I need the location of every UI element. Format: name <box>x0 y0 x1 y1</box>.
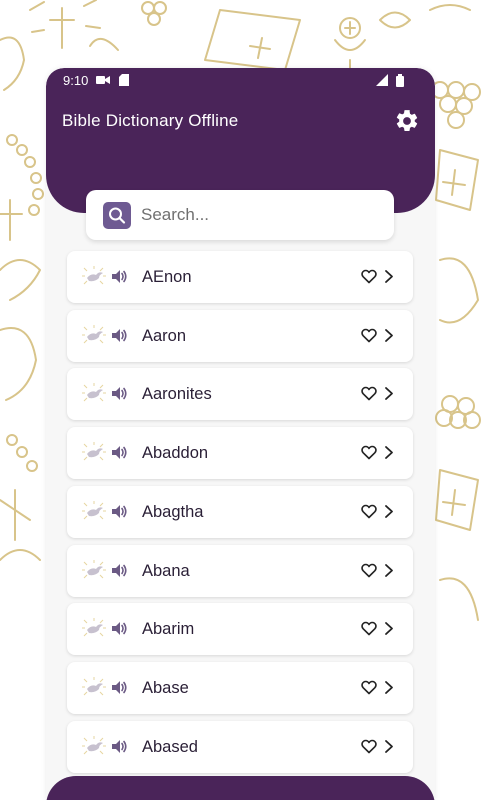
video-camera-icon <box>96 76 110 84</box>
search-button[interactable] <box>103 202 131 229</box>
heart-icon[interactable] <box>361 328 377 343</box>
dove-icon <box>82 500 106 520</box>
bottom-bar <box>46 776 435 800</box>
list-item[interactable]: Abarim <box>67 603 413 656</box>
list-item[interactable]: AEnon <box>67 251 413 303</box>
dove-icon <box>82 383 106 402</box>
heart-icon[interactable] <box>361 386 377 401</box>
dove-icon <box>82 735 106 754</box>
heart-icon[interactable] <box>361 445 377 460</box>
list-item-label: Abase <box>142 678 189 697</box>
list-item[interactable]: Abagtha <box>67 485 413 538</box>
signal-icon <box>376 74 388 86</box>
heart-icon[interactable] <box>361 621 377 636</box>
chevron-right-icon[interactable] <box>383 328 395 343</box>
dove-icon <box>82 324 106 344</box>
heart-icon[interactable] <box>361 680 377 695</box>
chevron-right-icon[interactable] <box>383 269 395 284</box>
dove-icon <box>82 676 106 696</box>
heart-icon[interactable] <box>361 739 377 754</box>
speaker-icon[interactable] <box>111 444 128 461</box>
chevron-right-icon[interactable] <box>383 739 395 754</box>
search-icon <box>109 207 126 224</box>
list-item-label: Abagtha <box>142 502 204 521</box>
list-item-label: Aaron <box>142 326 187 345</box>
speaker-icon[interactable] <box>111 503 128 520</box>
list-item[interactable]: Abana <box>67 544 413 597</box>
chevron-right-icon[interactable] <box>383 563 395 578</box>
gear-icon[interactable] <box>394 108 420 134</box>
battery-icon <box>396 74 404 87</box>
dove-icon <box>82 618 106 637</box>
heart-icon[interactable] <box>361 563 377 578</box>
speaker-icon[interactable] <box>111 679 128 696</box>
app-screen: 9:10 Bible Dictionary Offline Search... … <box>46 68 435 800</box>
status-time: 9:10 <box>63 73 89 88</box>
sd-card-icon <box>119 74 129 86</box>
chevron-right-icon[interactable] <box>383 504 395 519</box>
list-item[interactable]: Abased <box>67 720 413 773</box>
app-title: Bible Dictionary Offline <box>62 111 239 130</box>
list-item-label: AEnon <box>142 268 192 286</box>
dove-icon <box>82 266 106 285</box>
search-input[interactable] <box>141 203 371 227</box>
search-bar[interactable] <box>86 190 394 240</box>
chevron-right-icon[interactable] <box>383 386 395 401</box>
chevron-right-icon[interactable] <box>383 680 395 695</box>
speaker-icon[interactable] <box>111 268 128 285</box>
dove-icon <box>82 442 106 461</box>
status-bar: 9:10 <box>46 68 435 94</box>
speaker-icon[interactable] <box>111 327 128 344</box>
list-item[interactable]: Aaron <box>67 309 413 362</box>
speaker-icon[interactable] <box>111 385 128 402</box>
chevron-right-icon[interactable] <box>383 445 395 460</box>
dove-icon <box>82 559 106 578</box>
list-item-label: Aaronites <box>142 385 212 404</box>
list-item-label: Abana <box>142 561 190 580</box>
list-item[interactable]: Abase <box>67 661 413 714</box>
list-item-label: Abased <box>142 737 198 756</box>
list-item[interactable]: Aaronites <box>67 368 413 421</box>
heart-icon[interactable] <box>361 504 377 519</box>
heart-icon[interactable] <box>361 269 377 284</box>
list-item-label: Abarim <box>142 620 195 639</box>
speaker-icon[interactable] <box>111 738 128 755</box>
list-item[interactable]: Abaddon <box>67 427 413 480</box>
chevron-right-icon[interactable] <box>383 621 395 636</box>
speaker-icon[interactable] <box>111 562 128 579</box>
speaker-icon[interactable] <box>111 620 128 637</box>
list-item-label: Abaddon <box>142 444 209 463</box>
